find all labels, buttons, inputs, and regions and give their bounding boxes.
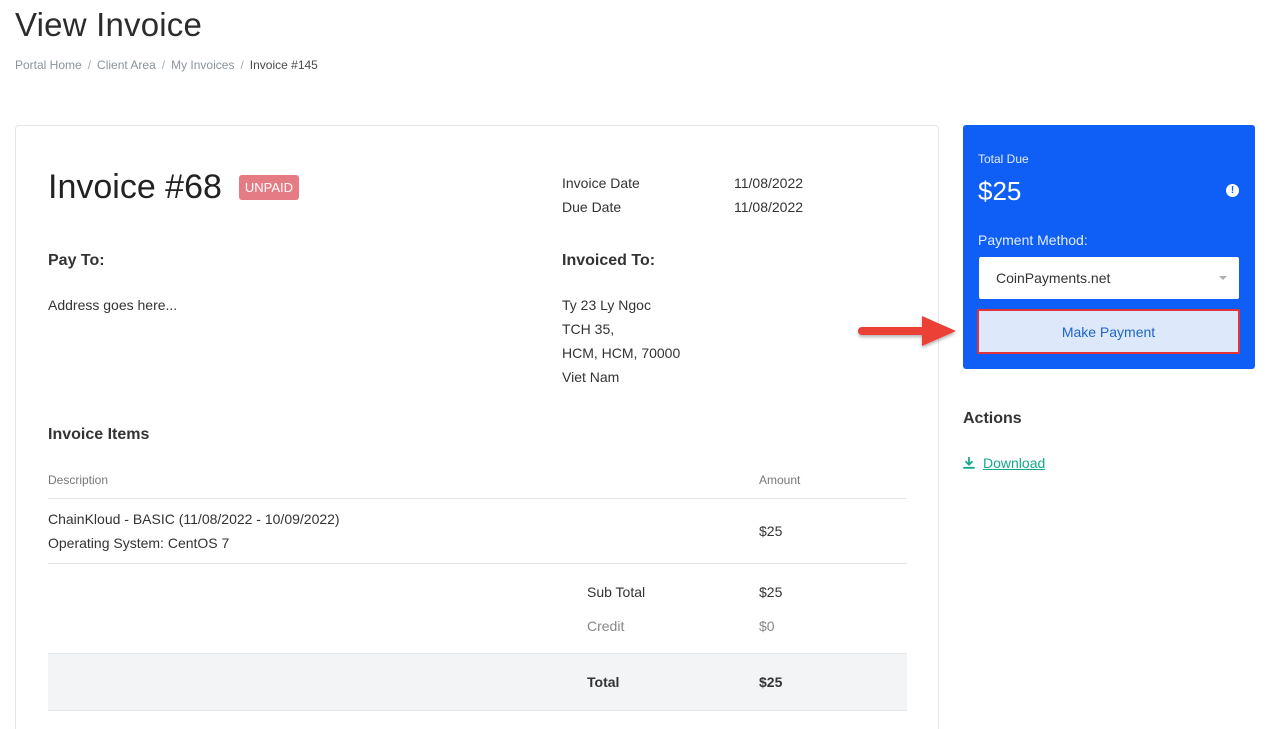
total-label: Total	[587, 674, 620, 690]
table-header: Description Amount	[48, 461, 907, 499]
invoiced-to-label: Invoiced To:	[562, 252, 656, 269]
summary-block: Sub Total $25 Credit $0	[48, 564, 907, 654]
breadcrumb-current: Invoice #145	[249, 58, 318, 72]
sub-total-row: Sub Total $25	[48, 575, 907, 609]
pointer-arrow	[858, 316, 956, 346]
payment-method-value: CoinPayments.net	[996, 270, 1111, 286]
breadcrumb-separator: /	[87, 58, 92, 72]
actions-title: Actions	[963, 410, 1022, 427]
invoice-number: Invoice #68	[48, 168, 222, 206]
breadcrumb-separator: /	[161, 58, 166, 72]
item-amount: $25	[759, 523, 783, 539]
column-header-description: Description	[48, 472, 109, 487]
download-icon	[963, 457, 975, 469]
address-line: Viet Nam	[562, 369, 620, 385]
breadcrumb-my-invoices[interactable]: My Invoices	[171, 58, 234, 72]
invoice-items-table: Description Amount ChainKloud - BASIC (1…	[48, 461, 907, 711]
payment-panel: Total Due $25 ! Payment Method: CoinPaym…	[963, 125, 1255, 369]
breadcrumb-portal-home[interactable]: Portal Home	[15, 58, 82, 72]
payment-method-label: Payment Method:	[978, 232, 1088, 248]
invoice-card: Invoice #68 UNPAID Invoice Date 11/08/20…	[15, 125, 939, 729]
status-badge: UNPAID	[238, 175, 300, 200]
address-line: Ty 23 Ly Ngoc	[562, 297, 651, 313]
sub-total-label: Sub Total	[587, 584, 646, 600]
page-title: View Invoice	[15, 6, 203, 43]
credit-label: Credit	[587, 618, 625, 634]
address-line: TCH 35,	[562, 321, 615, 337]
invoice-date-row: Invoice Date 11/08/2022	[562, 171, 803, 195]
item-description-line: ChainKloud - BASIC (11/08/2022 - 10/09/2…	[48, 511, 340, 527]
item-description: ChainKloud - BASIC (11/08/2022 - 10/09/2…	[48, 507, 759, 555]
total-due-value: $25	[978, 176, 1022, 206]
pay-to-address: Address goes here...	[48, 297, 178, 313]
address-line: HCM, HCM, 70000	[562, 345, 681, 361]
invoice-date-value: 11/08/2022	[734, 175, 804, 191]
invoice-date-label: Invoice Date	[562, 175, 640, 191]
due-date-label: Due Date	[562, 199, 622, 215]
breadcrumb-client-area[interactable]: Client Area	[97, 58, 156, 72]
payment-method-select[interactable]: CoinPayments.net	[979, 257, 1239, 299]
make-payment-button[interactable]: Make Payment	[977, 309, 1240, 354]
credit-row: Credit $0	[48, 609, 907, 643]
credit-value: $0	[759, 618, 775, 634]
item-description-line: Operating System: CentOS 7	[48, 535, 230, 551]
make-payment-label: Make Payment	[1061, 323, 1156, 340]
invoice-dates: Invoice Date 11/08/2022 Due Date 11/08/2…	[562, 171, 803, 219]
invoice-header: Invoice #68 UNPAID	[48, 168, 300, 207]
due-date-row: Due Date 11/08/2022	[562, 195, 803, 219]
pay-to-label: Pay To:	[48, 252, 105, 269]
info-icon[interactable]: !	[1226, 184, 1239, 197]
chevron-down-icon	[1219, 276, 1227, 280]
breadcrumb: Portal Home / Client Area / My Invoices …	[15, 58, 318, 72]
download-label: Download	[983, 455, 1046, 471]
total-due-label: Total Due	[978, 152, 1029, 166]
total-value: $25	[759, 674, 783, 690]
table-row: ChainKloud - BASIC (11/08/2022 - 10/09/2…	[48, 499, 907, 564]
column-header-amount: Amount	[759, 472, 801, 487]
invoice-items-title: Invoice Items	[48, 426, 150, 443]
total-row: Total $25	[48, 654, 907, 711]
breadcrumb-separator: /	[240, 58, 244, 72]
due-date-value: 11/08/2022	[734, 199, 804, 215]
sub-total-value: $25	[759, 584, 783, 600]
invoiced-to-address: Ty 23 Ly Ngoc TCH 35, HCM, HCM, 70000 Vi…	[562, 293, 680, 389]
download-link[interactable]: Download	[963, 455, 1045, 471]
